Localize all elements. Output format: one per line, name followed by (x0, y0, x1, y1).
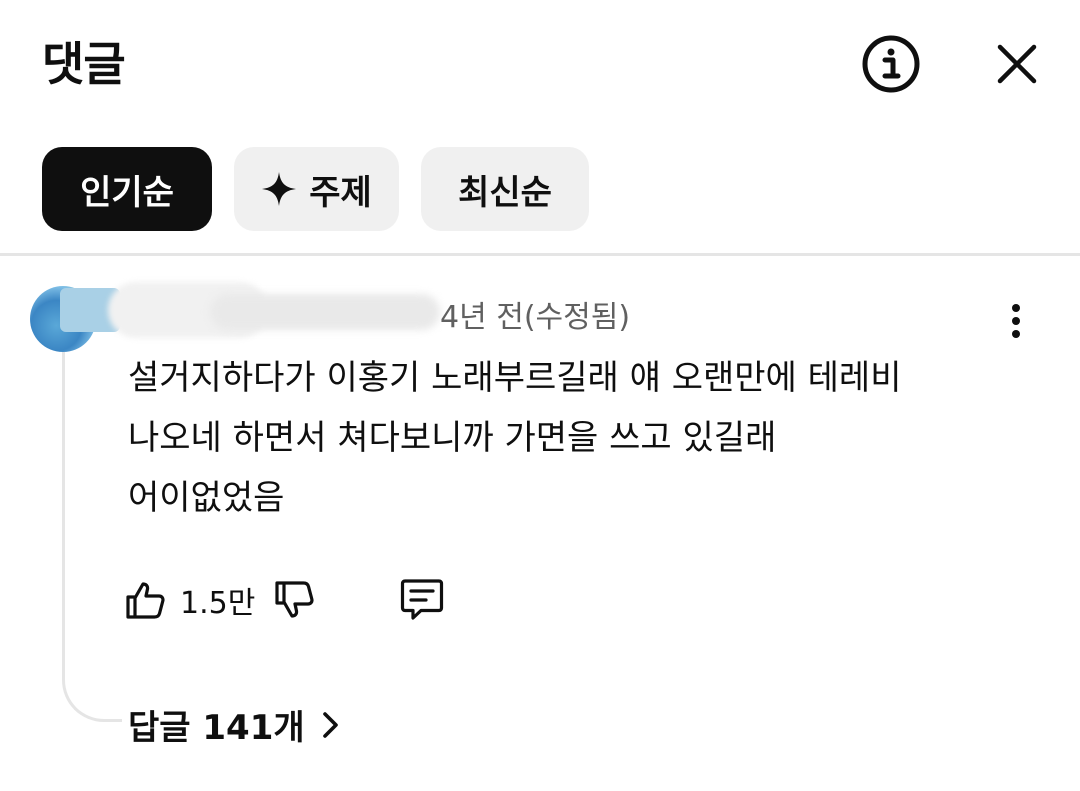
chip-label: 최신순 (458, 172, 552, 213)
reply-thread-line (62, 352, 122, 722)
comment-timestamp: 4년 전(수정됨) (440, 300, 631, 335)
chip-popular[interactable]: 인기순 (42, 147, 212, 231)
comment-text: 설거지하다가 이홍기 노래부르길래 얘 오랜만에 테레비 나오네 하면서 쳐다보… (128, 348, 1028, 528)
chip-topic[interactable]: 주제 (234, 147, 399, 231)
like-button[interactable]: 1.5만 (124, 578, 273, 622)
reply-button[interactable] (399, 577, 445, 623)
sort-chips: 인기순 주제 최신순 (42, 147, 589, 231)
like-count: 1.5만 (180, 586, 256, 621)
sparkle-icon (261, 171, 297, 207)
thumbs-down-icon (275, 581, 314, 618)
chip-label: 인기순 (80, 172, 174, 213)
chip-newest[interactable]: 최신순 (421, 147, 589, 231)
close-button[interactable] (985, 32, 1049, 96)
panel-title: 댓글 (42, 37, 126, 91)
info-button[interactable] (859, 32, 923, 96)
info-circle-icon (862, 35, 920, 93)
comment-line: 설거지하다가 이홍기 노래부르길래 얘 오랜만에 테레비 (128, 358, 902, 398)
thumbs-up-icon (126, 582, 165, 619)
comment-icon (401, 579, 444, 620)
view-replies-button[interactable]: 답글 141개 (128, 700, 341, 749)
comments-panel: 댓글 인기순 주제 최신순 4년 전(수정됨) 설거지하다가 이홍기 노래부르길… (0, 0, 1080, 791)
comment-line: 나오네 하면서 쳐다보니까 가면을 쓰고 있길래 (128, 418, 777, 458)
replies-label: 답글 141개 (128, 708, 305, 748)
author-name-redacted (60, 280, 450, 342)
chevron-right-icon (321, 710, 341, 740)
comment-line: 어이없었음 (128, 478, 285, 518)
chip-label: 주제 (309, 172, 372, 213)
header-divider (0, 253, 1080, 256)
close-icon (997, 44, 1037, 84)
more-options-button[interactable] (992, 294, 1040, 348)
more-vertical-icon (1012, 304, 1020, 312)
comment-actions: 1.5만 (124, 574, 445, 626)
dislike-button[interactable] (273, 579, 315, 621)
